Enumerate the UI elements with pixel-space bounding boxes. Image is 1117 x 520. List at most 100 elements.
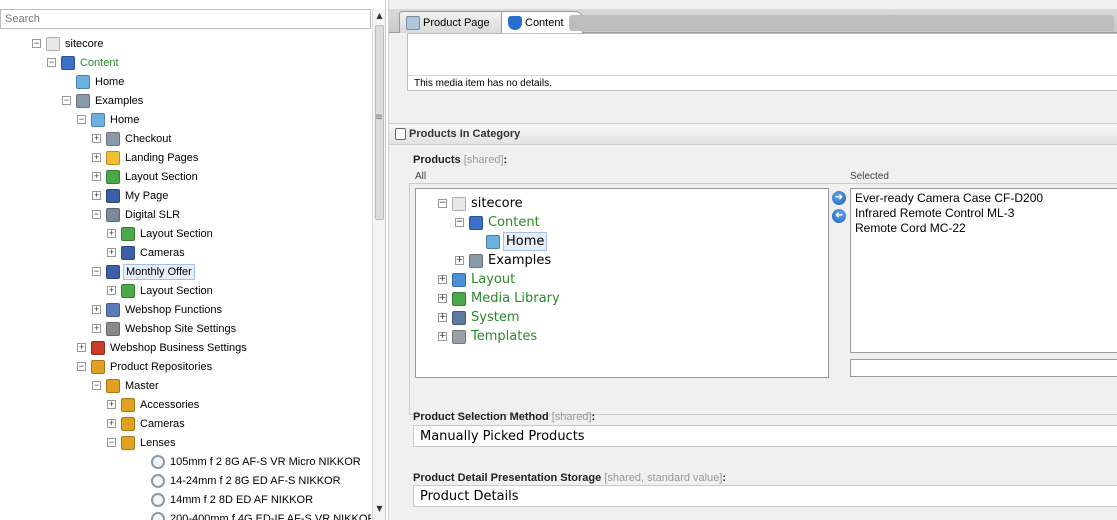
- scroll-down-icon[interactable]: ▼: [374, 504, 385, 516]
- tree-node[interactable]: + Templates: [438, 327, 539, 346]
- tree-node[interactable]: − Home: [77, 110, 141, 129]
- expand-icon[interactable]: +: [107, 400, 116, 409]
- tree-node[interactable]: + Layout Section: [107, 281, 215, 300]
- tree-node[interactable]: + Webshop Business Settings: [77, 338, 249, 357]
- selected-items-list[interactable]: Ever-ready Camera Case CF-D200 Infrared R…: [850, 188, 1117, 353]
- collapse-icon[interactable]: −: [47, 58, 56, 67]
- layout-section-icon: [106, 169, 120, 184]
- scroll-up-icon[interactable]: ▲: [374, 11, 385, 23]
- collapse-icon[interactable]: −: [32, 39, 41, 48]
- tree-node[interactable]: Home: [62, 72, 126, 91]
- collapse-icon[interactable]: −: [455, 218, 464, 227]
- expand-icon[interactable]: +: [92, 153, 101, 162]
- search-input[interactable]: [0, 9, 371, 29]
- content-tree-pane: −sitecore−ContentHome−Examples−Home+Chec…: [0, 0, 386, 520]
- tree-node[interactable]: + Layout Section: [107, 224, 215, 243]
- tree-node[interactable]: Home: [472, 232, 548, 251]
- selected-item[interactable]: Remote Cord MC-22: [855, 221, 1113, 236]
- remove-arrow-icon[interactable]: ➜: [832, 209, 846, 223]
- shield-icon: [508, 16, 522, 30]
- expand-icon[interactable]: +: [438, 275, 447, 284]
- presentation-storage-value[interactable]: Product Details: [413, 485, 1117, 507]
- tree-node[interactable]: − Digital SLR: [92, 205, 182, 224]
- expand-icon[interactable]: +: [107, 419, 116, 428]
- tree-node[interactable]: + Checkout: [92, 129, 173, 148]
- tree-node[interactable]: − Examples: [62, 91, 145, 110]
- tree-node[interactable]: + Layout: [438, 270, 517, 289]
- expand-icon[interactable]: +: [438, 294, 447, 303]
- tree-node[interactable]: 14mm f 2 8D ED AF NIKKOR: [137, 490, 315, 509]
- tree-node-label: Accessories: [140, 398, 200, 411]
- tree-node[interactable]: − Content: [455, 213, 542, 232]
- tree-node[interactable]: + My Page: [92, 186, 170, 205]
- tree-node[interactable]: 105mm f 2 8G AF-S VR Micro NIKKOR: [137, 452, 363, 471]
- tree-node[interactable]: + Cameras: [107, 243, 187, 262]
- add-arrow-icon[interactable]: ➜: [832, 191, 846, 205]
- tree-node[interactable]: 14-24mm f 2 8G ED AF-S NIKKOR: [137, 471, 343, 490]
- selected-filter-input[interactable]: [850, 359, 1117, 377]
- tree-node-label: Examples: [488, 253, 552, 268]
- system-icon: [452, 310, 466, 325]
- tree-node[interactable]: + Cameras: [107, 414, 187, 433]
- tree-node[interactable]: + Examples: [455, 251, 553, 270]
- expand-icon[interactable]: +: [92, 134, 101, 143]
- collapse-icon[interactable]: −: [92, 267, 101, 276]
- tree-node[interactable]: + Media Library: [438, 289, 562, 308]
- expand-icon[interactable]: +: [455, 256, 464, 265]
- tree-node-label: Layout Section: [125, 170, 198, 183]
- tab-label: Product Page: [423, 16, 490, 29]
- splitter-grip-icon[interactable]: ≡: [374, 112, 384, 124]
- tree-node[interactable]: + Accessories: [107, 395, 201, 414]
- tree-node[interactable]: − Content: [47, 53, 121, 72]
- tab-product-page[interactable]: Product Page: [399, 11, 509, 33]
- repository-icon: [121, 416, 135, 431]
- selection-method-value[interactable]: Manually Picked Products: [413, 425, 1117, 447]
- expand-icon[interactable]: +: [92, 172, 101, 181]
- collapse-icon[interactable]: −: [92, 381, 101, 390]
- selected-item[interactable]: Infrared Remote Control ML-3: [855, 206, 1113, 221]
- collapse-icon[interactable]: −: [77, 115, 86, 124]
- expand-icon[interactable]: +: [438, 332, 447, 341]
- layout-section-icon: [121, 283, 135, 298]
- tree-node[interactable]: + System: [438, 308, 521, 327]
- repository-icon: [91, 359, 105, 374]
- tree-node[interactable]: − sitecore: [438, 194, 525, 213]
- selection-method-label: Product Selection Method [shared]:: [413, 411, 596, 423]
- expand-icon[interactable]: +: [107, 229, 116, 238]
- all-items-tree[interactable]: − sitecore − Content Home + Examples + Layout + Me…: [415, 188, 829, 378]
- tree-node-label: Content: [80, 56, 119, 69]
- tree-node-label: Monthly Offer: [123, 263, 195, 280]
- expand-icon[interactable]: +: [107, 286, 116, 295]
- tree-node[interactable]: − Product Repositories: [77, 357, 214, 376]
- section-header-products-in-category[interactable]: Products In Category: [389, 123, 1117, 145]
- collapse-icon[interactable]: −: [107, 438, 116, 447]
- tree-node[interactable]: + Layout Section: [92, 167, 200, 186]
- collapse-icon[interactable]: −: [77, 362, 86, 371]
- tree-scrollbar[interactable]: ▲ ▼: [372, 9, 385, 520]
- expand-icon[interactable]: +: [107, 248, 116, 257]
- selected-item[interactable]: Ever-ready Camera Case CF-D200: [855, 191, 1113, 206]
- tree-node[interactable]: − sitecore: [32, 34, 106, 53]
- expand-icon[interactable]: +: [438, 313, 447, 322]
- expand-icon[interactable]: +: [92, 191, 101, 200]
- expand-icon[interactable]: +: [92, 305, 101, 314]
- expand-icon[interactable]: +: [92, 324, 101, 333]
- media-details-text: This media item has no details.: [414, 78, 552, 89]
- collapse-icon[interactable]: −: [92, 210, 101, 219]
- tree-node[interactable]: − Master: [92, 376, 161, 395]
- tree-node-label: Webshop Business Settings: [110, 341, 247, 354]
- tree-node[interactable]: + Webshop Functions: [92, 300, 224, 319]
- collapse-icon[interactable]: −: [438, 199, 447, 208]
- tree-node[interactable]: + Webshop Site Settings: [92, 319, 238, 338]
- tree-node[interactable]: + Landing Pages: [92, 148, 200, 167]
- tree-node[interactable]: 200-400mm f 4G ED-IF AF-S VR NIKKOR: [137, 509, 371, 520]
- section-title: Products In Category: [409, 128, 521, 140]
- collapse-icon[interactable]: −: [62, 96, 71, 105]
- expand-icon[interactable]: +: [77, 343, 86, 352]
- tree-node[interactable]: − Lenses: [107, 433, 177, 452]
- layout-icon: [452, 272, 466, 287]
- tree-node[interactable]: − Monthly Offer: [92, 262, 195, 281]
